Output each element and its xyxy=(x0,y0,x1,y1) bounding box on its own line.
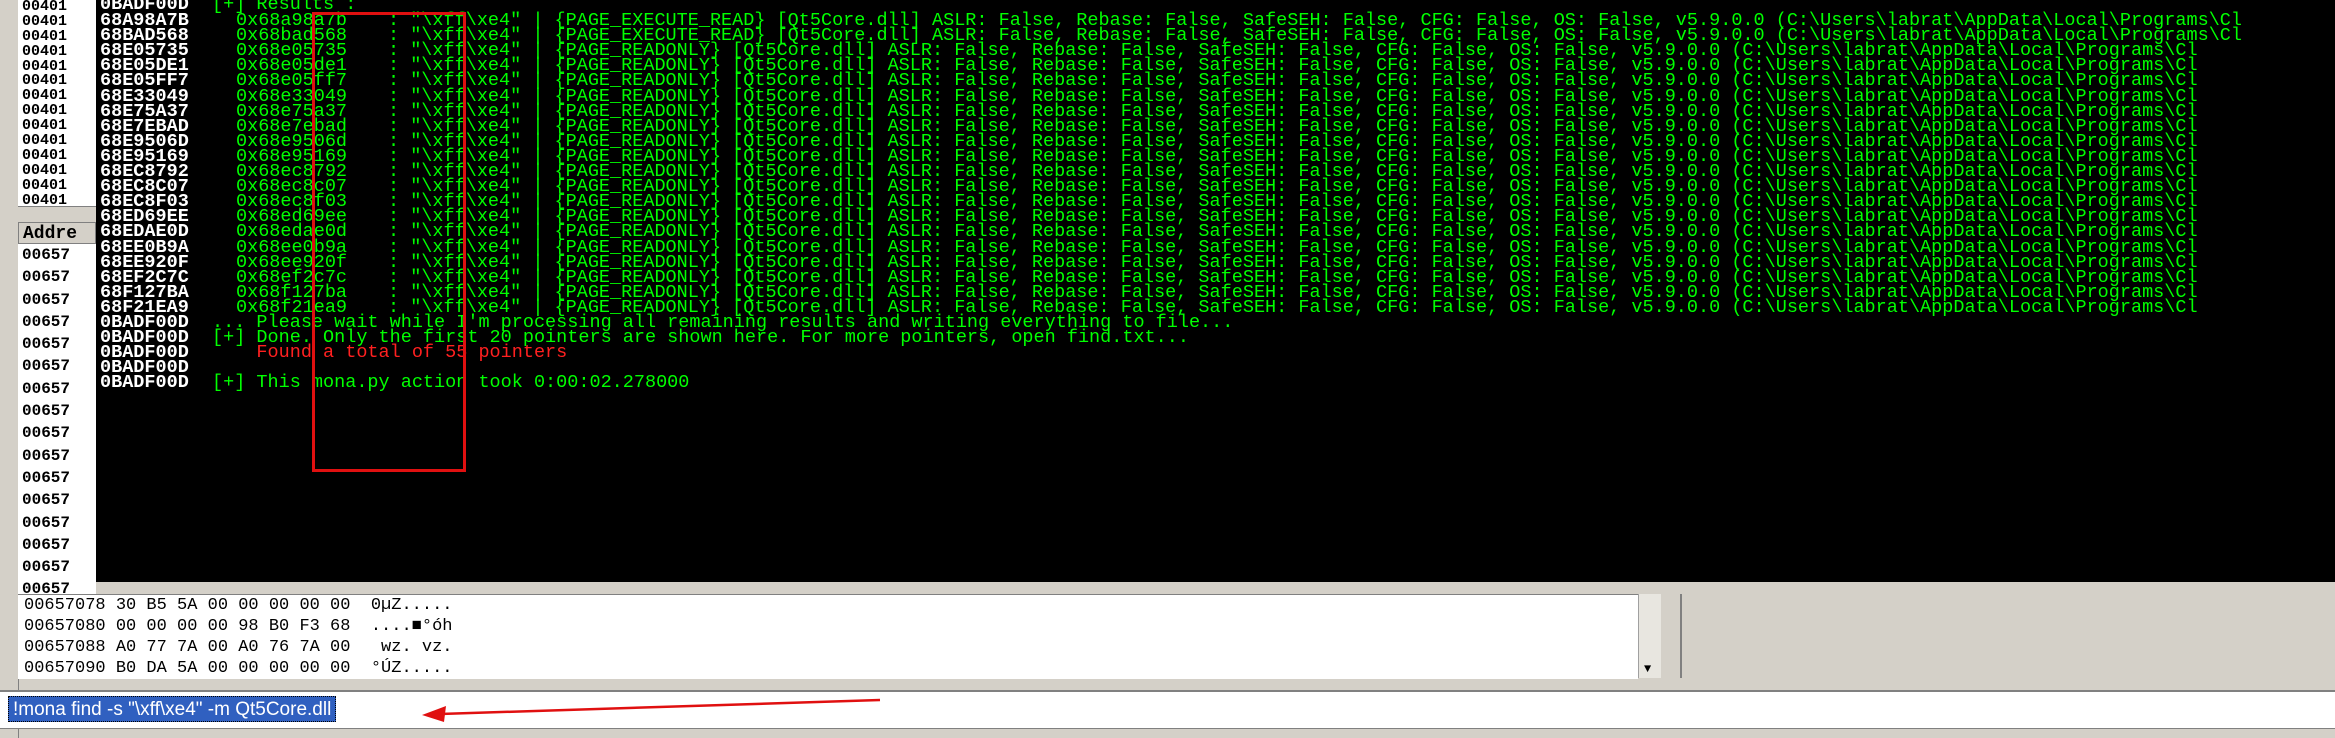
hex-dump-row[interactable]: 00657078 30 B5 5A 00 00 00 00 00 0µZ....… xyxy=(18,595,1638,616)
hex-dump-row[interactable]: 00657088 A0 77 7A 00 A0 76 7A 00 wz. vz. xyxy=(18,637,1638,658)
bottom-address-cell: 00657 xyxy=(22,491,71,510)
bottom-address-cell: 00657 xyxy=(22,357,71,376)
scroll-down-arrow-icon[interactable]: ▼ xyxy=(1644,662,1651,676)
pane-splitter[interactable] xyxy=(18,206,96,223)
bottom-address-cell: 00657 xyxy=(22,446,71,465)
bottom-address-cell: 00657 xyxy=(22,335,71,354)
log-address: 0BADF00D xyxy=(100,372,189,394)
address-pane-top[interactable]: 00401 00401 00401 00401 00401 00401 00401 00401… xyxy=(18,0,97,206)
hex-dump-row[interactable]: 00657090 B0 DA 5A 00 00 00 00 00 °ÚZ....… xyxy=(18,658,1638,679)
bottom-address-cell: 00657 xyxy=(22,312,71,331)
command-input[interactable]: !mona find -s "\xff\xe4" -m Qt5Core.dll xyxy=(8,696,337,722)
bottom-address-cell: 00657 xyxy=(22,290,71,309)
top-address-cell: 00401 xyxy=(22,191,68,206)
hex-dump-pane[interactable]: 00657078 30 B5 5A 00 00 00 00 00 0µZ....… xyxy=(18,594,1638,679)
address-pane-bottom[interactable]: 00657 00657 00657 00657 00657 00657 00657 00657… xyxy=(18,244,96,598)
bottom-address-cell: 00657 xyxy=(22,402,71,421)
bottom-address-cell: 00657 xyxy=(22,379,71,398)
bottom-address-cell: 00657 xyxy=(22,246,71,264)
stack-pane-placeholder xyxy=(1680,594,2335,678)
bottom-address-cell: 00657 xyxy=(22,535,71,554)
log-total-found: Found a total of 55 pointers xyxy=(212,342,568,364)
log-message: [+] This mona.py action took 0:00:02.278… xyxy=(212,372,690,394)
command-bar[interactable]: !mona find -s "\xff\xe4" -m Qt5Core.dll xyxy=(0,690,2335,729)
bottom-address-cell: 00657 xyxy=(22,268,71,287)
bottom-address-cell: 00657 xyxy=(22,513,71,532)
annotation-arrow-icon xyxy=(422,698,881,722)
log-window[interactable]: 0BADF00D [+] Results : 68A98A7B 0x68a98a7… xyxy=(96,0,2335,582)
address-column-header[interactable]: Addre xyxy=(18,222,96,244)
bottom-address-cell: 00657 xyxy=(22,468,71,487)
hex-dump-row[interactable]: 00657080 00 00 00 00 98 B0 F3 68 ....■°ó… xyxy=(18,616,1638,637)
bottom-address-cell: 00657 xyxy=(22,558,71,577)
hex-dump-scrollbar[interactable]: ▼ xyxy=(1638,594,1661,678)
bottom-address-cell: 00657 xyxy=(22,424,71,443)
left-edge-strip xyxy=(0,0,19,738)
